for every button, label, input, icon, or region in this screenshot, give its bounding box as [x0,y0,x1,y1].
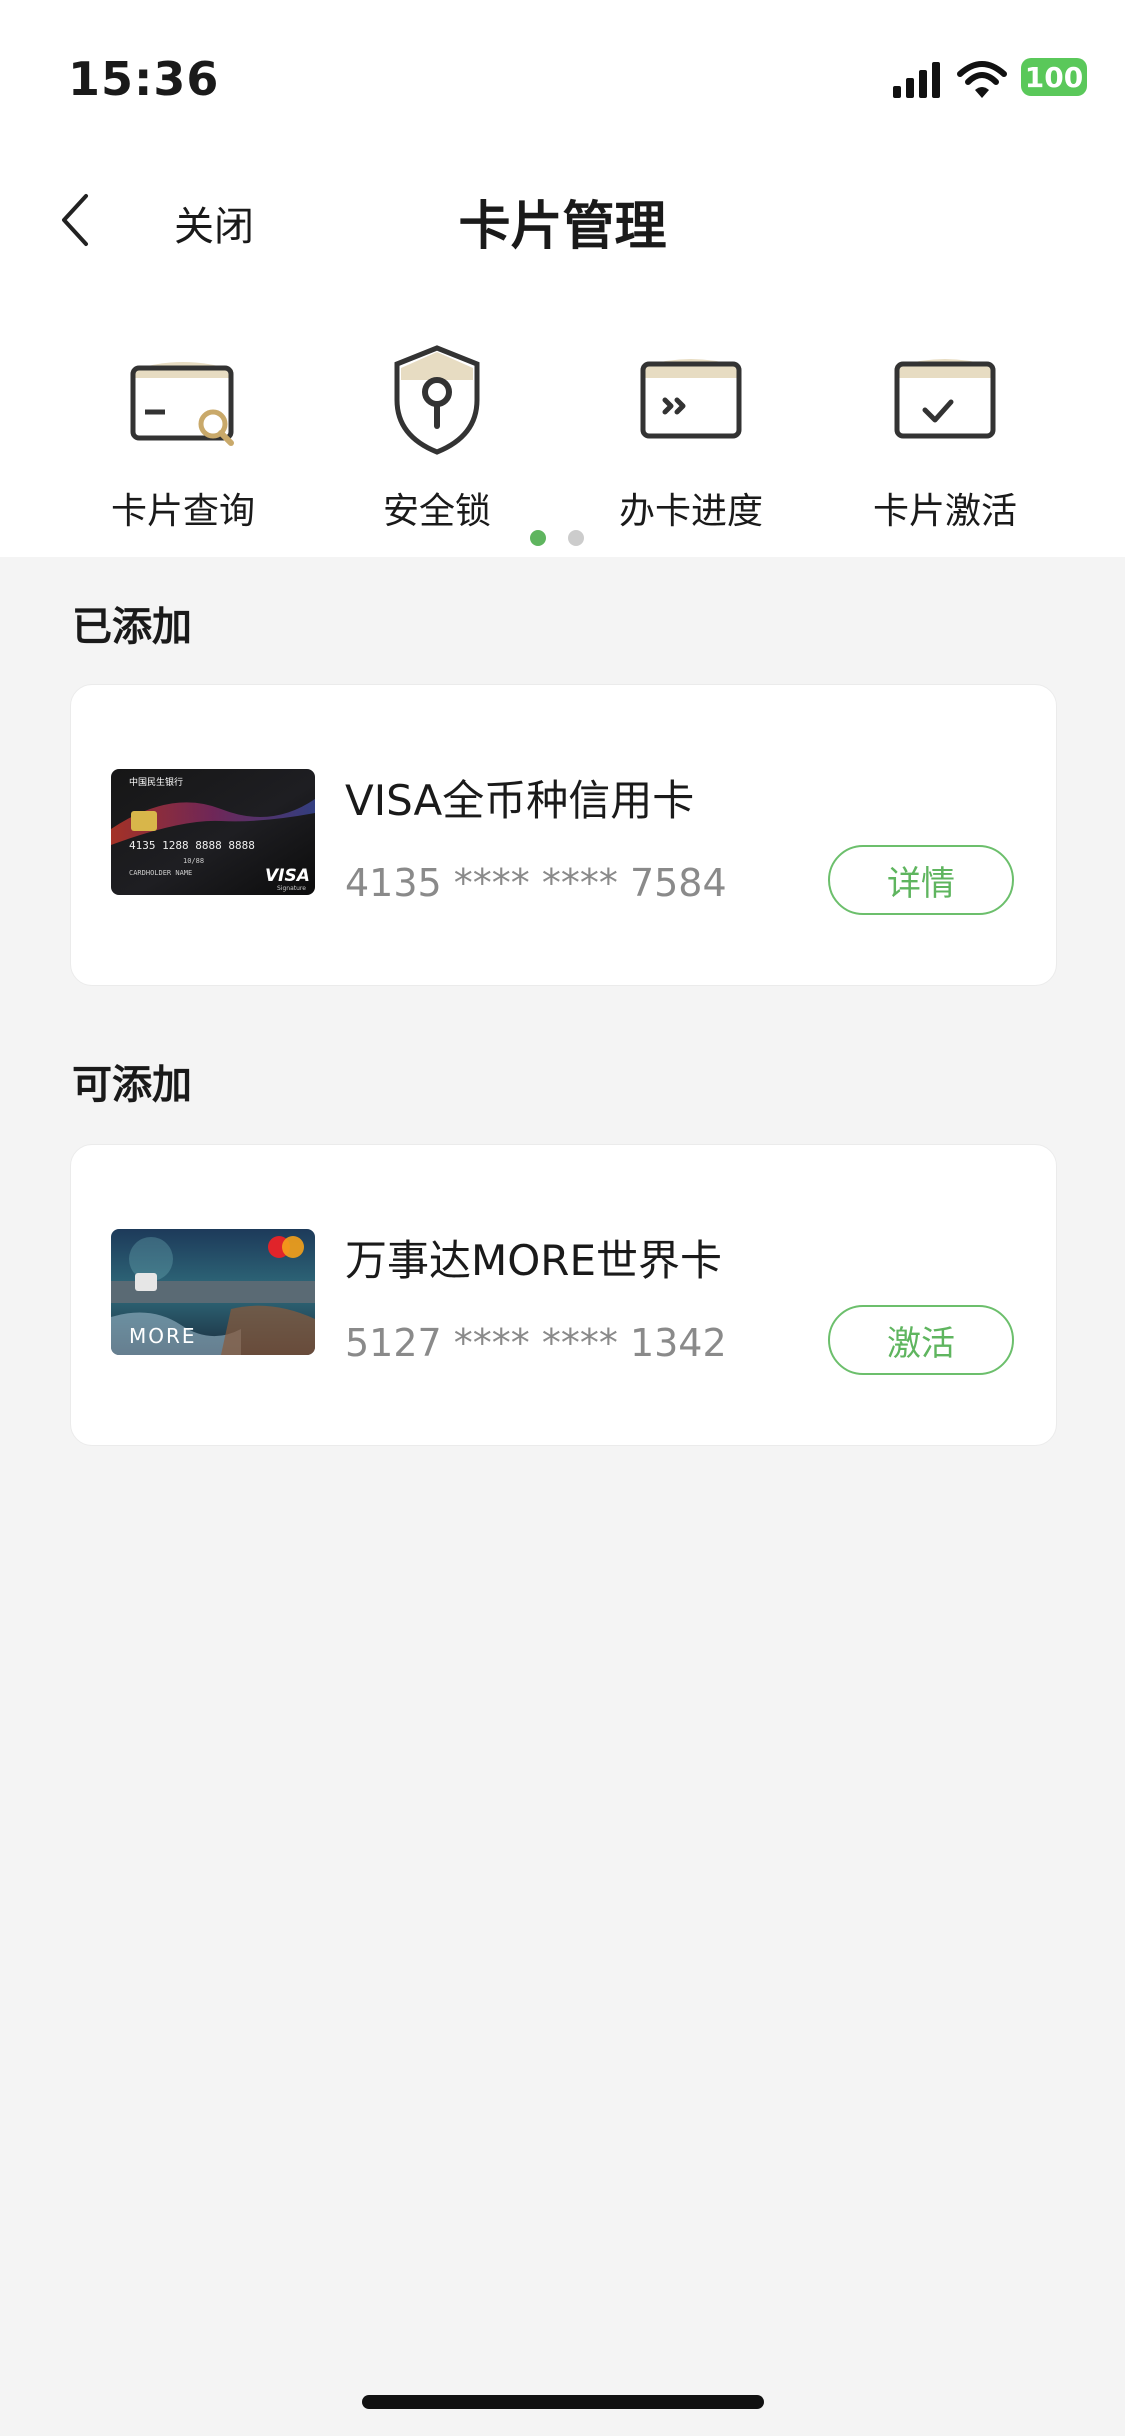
header-panel: 15:36 100 关闭 卡片管理 卡片查询 安全锁 办卡进度 卡片激活 [0,0,1125,557]
shield-lock-icon [394,345,480,455]
shortcut-security-lock[interactable]: 安全锁 [312,340,562,534]
card-number: 4135 **** **** 7584 [345,861,727,905]
section-title-added: 已添加 [72,604,192,650]
card-art-holder: CARDHOLDER NAME [129,869,192,877]
details-button[interactable]: 详情 [828,845,1014,915]
card-image-mastercard: MORE [111,1229,315,1355]
card-image-visa: 中国民生银行 4135 1288 8888 8888 10/88 CARDHOL… [111,769,315,895]
home-indicator [362,2395,764,2409]
battery-level: 100 [1024,60,1084,94]
more-logo: MORE [129,1324,197,1348]
card-art-number: 4135 1288 8888 8888 [129,839,255,852]
activate-button[interactable]: 激活 [828,1305,1014,1375]
mastercard-card-art: MORE [111,1229,315,1355]
card-item[interactable]: MORE 万事达MORE世界卡 5127 **** **** 1342 激活 [70,1144,1057,1446]
card-search-icon [130,362,234,446]
page-dot-active [530,530,546,546]
card-name: VISA全币种信用卡 [345,776,695,825]
visa-logo: VISA [265,866,310,886]
card-item[interactable]: 中国民生银行 4135 1288 8888 8888 10/88 CARDHOL… [70,684,1057,986]
shortcut-label: 办卡进度 [618,491,763,532]
wifi-icon [957,61,1007,98]
shortcut-card-progress[interactable]: 办卡进度 [566,340,816,534]
shortcut-card-activate[interactable]: 卡片激活 [820,340,1070,534]
card-progress-icon [640,359,742,439]
card-name: 万事达MORE世界卡 [345,1236,723,1285]
cellular-signal-icon [893,62,940,98]
visa-card-art: 中国民生银行 4135 1288 8888 8888 10/88 CARDHOL… [111,769,315,895]
shortcut-label: 卡片查询 [110,491,255,532]
page-title: 卡片管理 [458,197,667,257]
shortcut-card-query[interactable]: 卡片查询 [58,340,308,534]
page-dot [568,530,584,546]
shortcut-label: 卡片激活 [872,491,1017,532]
card-number: 5127 **** **** 1342 [345,1321,727,1365]
status-time: 15:36 [68,52,220,106]
shortcut-label: 安全锁 [382,491,491,532]
section-title-available: 可添加 [72,1062,192,1108]
card-activate-icon [894,359,996,439]
card-art-tier: Signature [277,885,306,892]
card-art-expiry: 10/88 [183,857,204,865]
battery-icon: 100 [1021,58,1087,96]
card-bank-name: 中国民生银行 [129,776,183,788]
